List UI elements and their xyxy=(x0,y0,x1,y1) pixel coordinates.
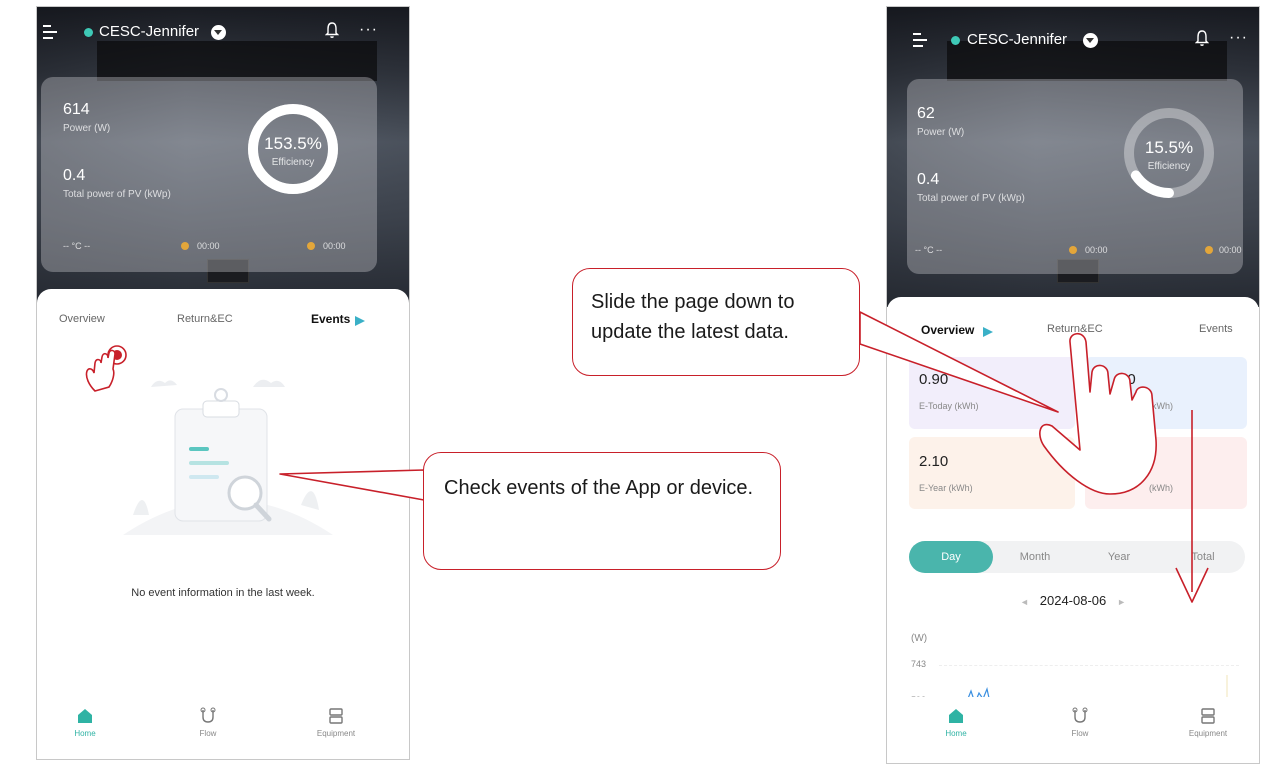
events-callout-pointer xyxy=(279,469,425,501)
events-callout: Check events of the App or device. xyxy=(423,452,781,570)
swipe-down-arrow xyxy=(1175,410,1209,603)
annotation-overlay xyxy=(279,311,1209,603)
swipe-hand-icon xyxy=(1039,332,1157,495)
refresh-callout-pointer xyxy=(859,311,1059,413)
refresh-callout: Slide the page down to update the latest… xyxy=(572,268,860,376)
